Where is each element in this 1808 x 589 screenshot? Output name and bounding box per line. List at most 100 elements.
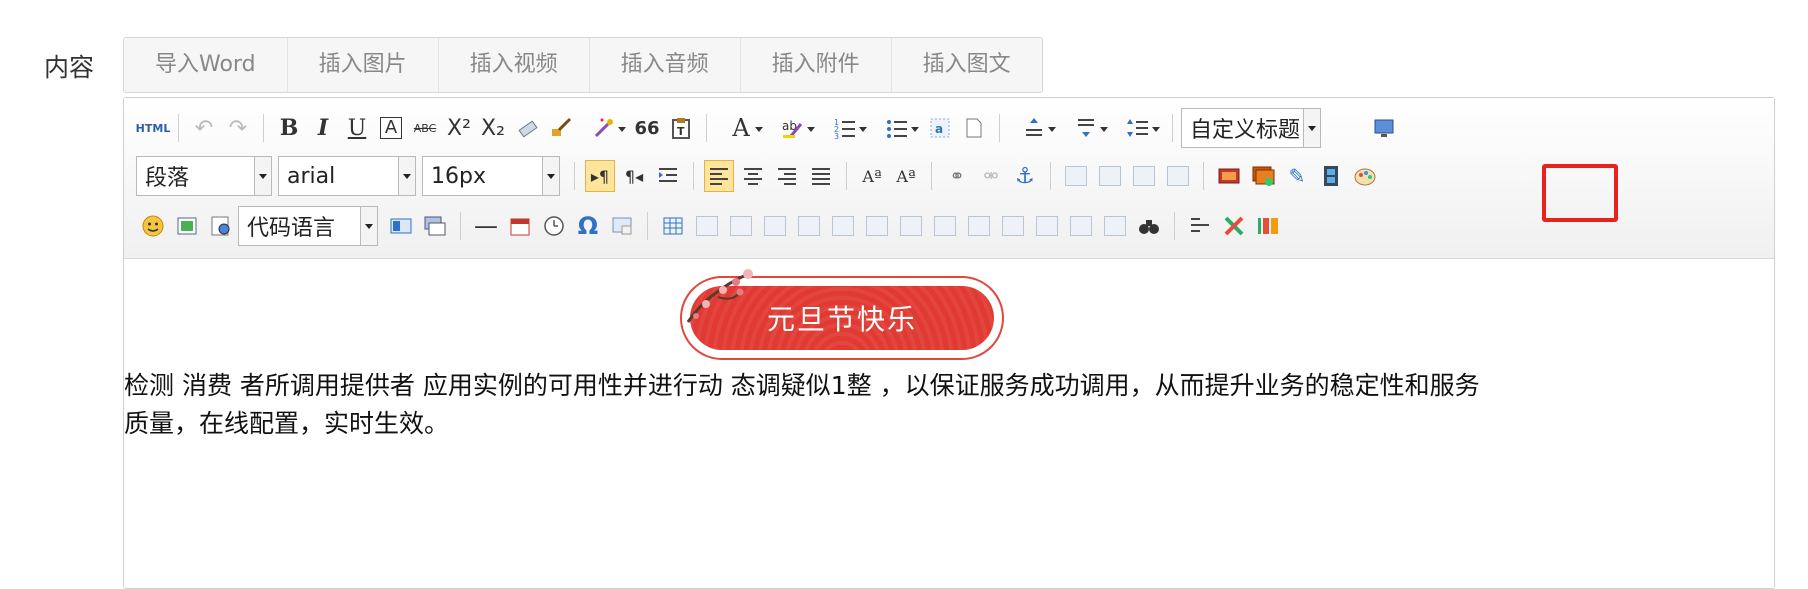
align-right-button[interactable]	[772, 160, 802, 192]
split-cells-button[interactable]	[998, 210, 1028, 242]
unlink-button[interactable]: ⚮	[976, 160, 1006, 192]
merge-down-icon	[968, 216, 990, 236]
insert-row-before-button[interactable]	[760, 210, 790, 242]
bold-button[interactable]: B	[274, 112, 304, 144]
insert-graphic-button[interactable]: 插入图文	[892, 38, 1042, 92]
crossed-tools-icon	[1224, 216, 1244, 236]
multi-image-button[interactable]	[1248, 160, 1278, 192]
superscript-button[interactable]: X²	[444, 112, 474, 144]
merge-right-button[interactable]	[930, 210, 960, 242]
font-color-button[interactable]: A	[717, 112, 765, 144]
time-button[interactable]	[539, 210, 569, 242]
editor-content-area[interactable]: 元旦节快乐 检测 消费 者所调用提供者 应用实例的可用性并进行动 态调疑似1整 …	[124, 259, 1774, 579]
html-source-button[interactable]: HTML	[136, 112, 171, 144]
drafts-button[interactable]	[1219, 210, 1249, 242]
template-button[interactable]	[386, 210, 416, 242]
indent-button[interactable]	[653, 160, 683, 192]
format-painter-button[interactable]	[546, 112, 576, 144]
background-button[interactable]	[420, 210, 450, 242]
magic-wand-icon	[594, 118, 613, 138]
horizontal-rule-button[interactable]: —	[471, 210, 501, 242]
auto-format-button[interactable]	[580, 112, 628, 144]
custom-heading-select[interactable]: 自定义标题	[1181, 108, 1321, 148]
special-chars-button[interactable]: Ω	[573, 210, 603, 242]
undo-button[interactable]: ↶	[189, 112, 219, 144]
paste-plain-button[interactable]: T	[666, 112, 696, 144]
subscript-icon: X₂	[481, 115, 505, 141]
rtl-direction-button[interactable]: ¶◂	[619, 160, 649, 192]
background-color-button[interactable]: ab	[769, 112, 817, 144]
underline-button[interactable]: U	[342, 112, 372, 144]
video-button[interactable]	[1316, 160, 1346, 192]
row-spacing-bottom-button[interactable]	[1062, 112, 1110, 144]
strikethrough-button[interactable]: ABC	[410, 112, 440, 144]
preview-button[interactable]	[1369, 112, 1399, 144]
subscript-button[interactable]: X₂	[478, 112, 508, 144]
unordered-list-button[interactable]	[873, 112, 921, 144]
ltr-direction-button[interactable]: ▸¶	[585, 160, 615, 192]
align-justify-button[interactable]	[806, 160, 836, 192]
eraser-button[interactable]	[512, 112, 542, 144]
font-family-select[interactable]: arial	[278, 156, 416, 196]
insert-audio-button[interactable]: 插入音频	[590, 38, 741, 92]
line-height-button[interactable]	[1114, 112, 1162, 144]
image-right-button[interactable]	[1129, 160, 1159, 192]
binoculars-icon	[1139, 220, 1159, 234]
italic-button[interactable]: I	[308, 112, 338, 144]
link-button[interactable]: ⚭	[942, 160, 972, 192]
emotion-button[interactable]	[138, 210, 168, 242]
import-word-button[interactable]: 导入Word	[124, 38, 288, 92]
redo-button[interactable]: ↷	[223, 112, 253, 144]
image-center-button[interactable]	[1163, 160, 1193, 192]
merge-down-button[interactable]	[964, 210, 994, 242]
toolbar-separator	[574, 162, 575, 190]
align-left-button[interactable]	[704, 160, 734, 192]
date-button[interactable]	[505, 210, 535, 242]
wordimage-button[interactable]	[172, 210, 202, 242]
merge-cells-icon	[900, 216, 922, 236]
split-rows-button[interactable]	[1032, 210, 1062, 242]
paragraph-format-select[interactable]: 段落	[136, 156, 272, 196]
ordered-list-button[interactable]: 123	[821, 112, 869, 144]
blockquote-button[interactable]: 66	[632, 112, 662, 144]
unordered-list-icon	[887, 120, 907, 138]
insert-video-button[interactable]: 插入视频	[439, 38, 590, 92]
search-replace-button[interactable]	[1134, 210, 1164, 242]
merge-cells-button[interactable]	[896, 210, 926, 242]
map-button[interactable]	[206, 210, 236, 242]
code-language-select[interactable]: 代码语言	[238, 206, 378, 246]
image-none-button[interactable]	[1061, 160, 1091, 192]
snapscreen-button[interactable]	[607, 210, 637, 242]
font-family-frame-button[interactable]: a	[925, 112, 955, 144]
autotypeset-button[interactable]	[1185, 210, 1215, 242]
print-button[interactable]	[1100, 210, 1130, 242]
insert-image-button[interactable]: 插入图片	[288, 38, 439, 92]
toolbar-separator	[999, 114, 1000, 142]
lowercase-button[interactable]: Aª	[891, 160, 921, 192]
insert-row-after-button[interactable]	[794, 210, 824, 242]
anchor-button[interactable]: ⚓	[1010, 160, 1040, 192]
split-cols-button[interactable]	[1066, 210, 1096, 242]
uppercase-button[interactable]: Aª	[857, 160, 887, 192]
font-size-select[interactable]: 16px	[422, 156, 560, 196]
delete-table-button[interactable]	[692, 210, 722, 242]
attachment-button[interactable]: ✎	[1282, 160, 1312, 192]
insert-attachment-button[interactable]: 插入附件	[741, 38, 892, 92]
insert-col-after-button[interactable]	[862, 210, 892, 242]
insert-caption-button[interactable]	[726, 210, 756, 242]
page-break-button[interactable]	[959, 112, 989, 144]
align-center-button[interactable]	[738, 160, 768, 192]
insert-col-before-button[interactable]	[828, 210, 858, 242]
font-border-icon: A	[380, 117, 402, 139]
insert-table-button[interactable]	[658, 210, 688, 242]
toolbar-separator	[1050, 162, 1051, 190]
scrawl-button[interactable]	[1350, 160, 1380, 192]
row-spacing-top-button[interactable]	[1010, 112, 1058, 144]
135-editor-button[interactable]	[1253, 210, 1283, 242]
image-left-button[interactable]	[1095, 160, 1125, 192]
simple-upload-button[interactable]	[1214, 160, 1244, 192]
align-center-icon	[744, 168, 762, 185]
align-left-icon	[710, 168, 728, 185]
font-border-button[interactable]: A	[376, 112, 406, 144]
monitor-icon	[1374, 119, 1394, 137]
